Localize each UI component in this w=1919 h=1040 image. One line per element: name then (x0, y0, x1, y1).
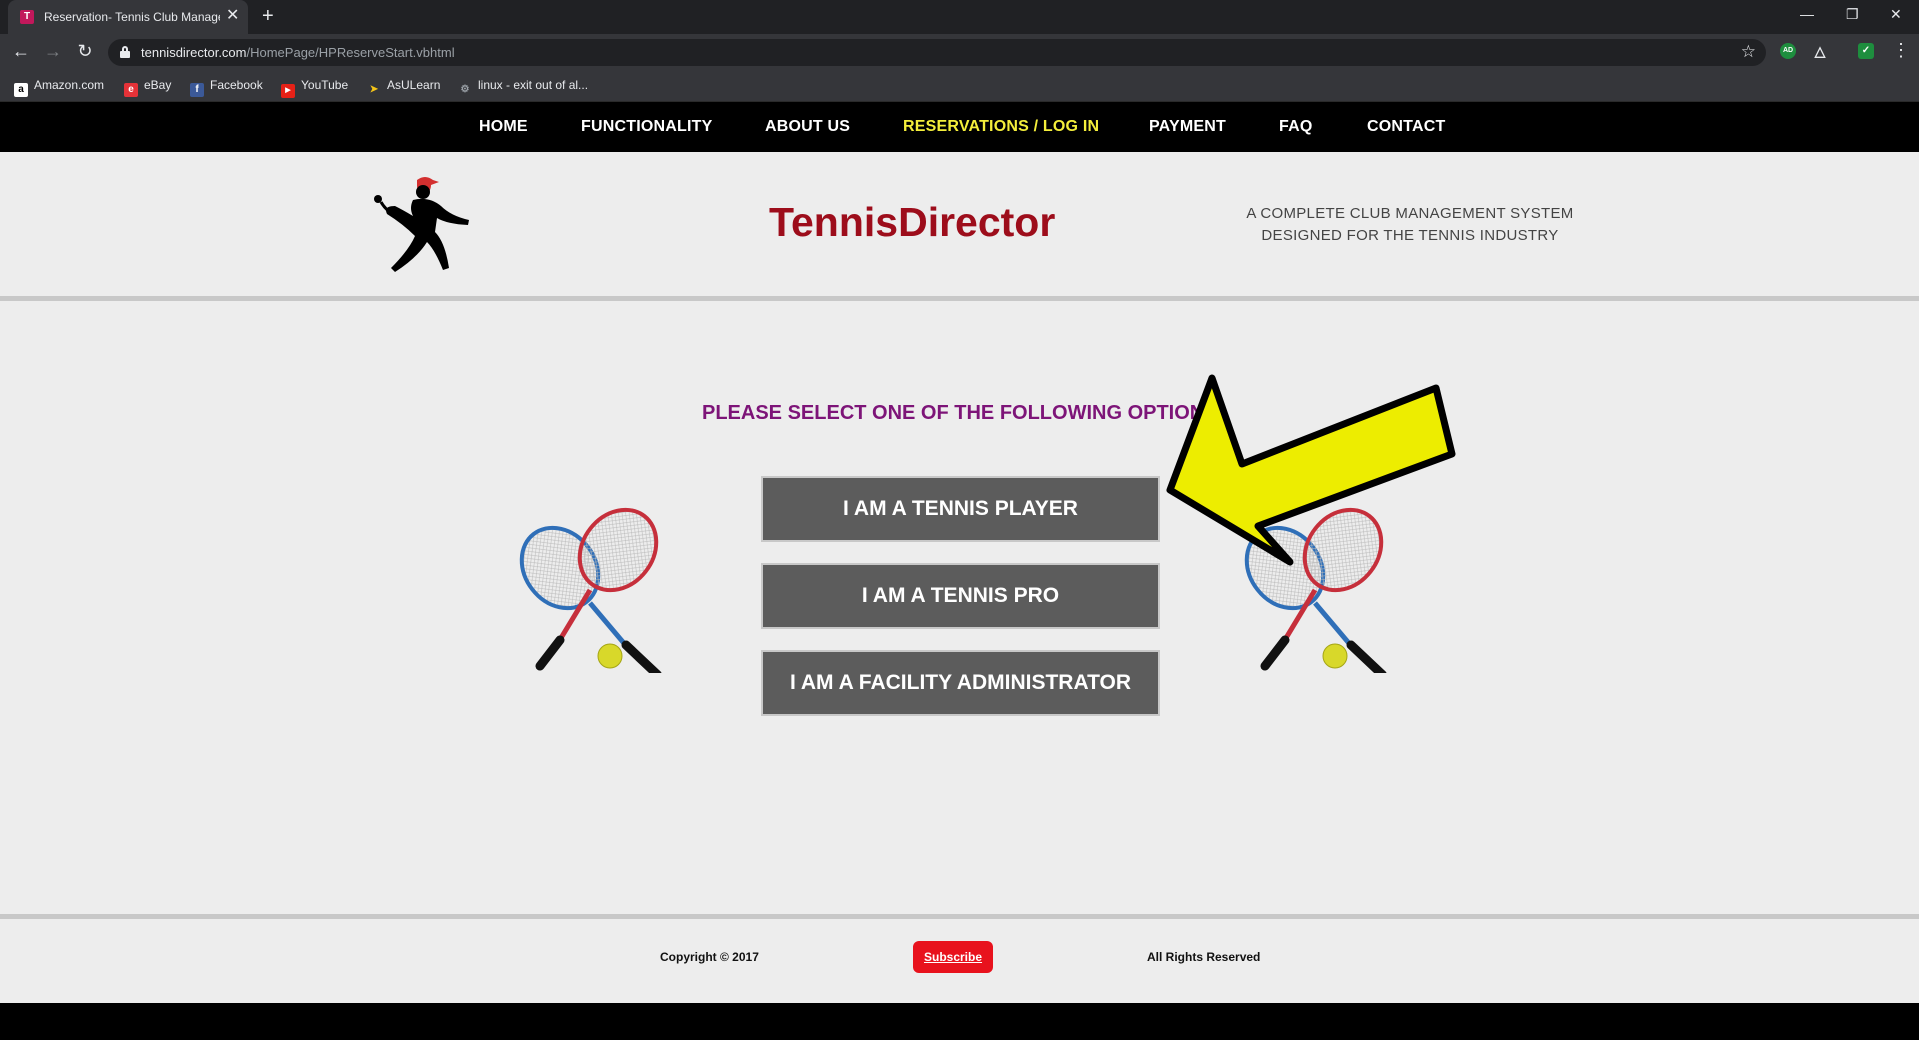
url-domain: tennisdirector.com (141, 45, 247, 60)
nav-about-us[interactable]: ABOUT US (765, 118, 850, 136)
bookmark-label: AsULearn (387, 78, 441, 92)
bookmark-facebook[interactable]: f Facebook (190, 78, 263, 97)
amazon-icon: a (14, 83, 28, 97)
tagline-line-1: A COMPLETE CLUB MANAGEMENT SYSTEM (1246, 205, 1574, 222)
tennis-pro-button[interactable]: I AM A TENNIS PRO (761, 563, 1160, 629)
stackexchange-icon: ⚙ (460, 84, 470, 95)
nav-reservations-login[interactable]: RESERVATIONS / LOG IN (903, 118, 1099, 136)
tab-close-icon[interactable]: ✕ (226, 8, 239, 24)
page-bottom-bar (0, 1003, 1919, 1040)
bookmark-label: Amazon.com (34, 78, 105, 92)
window-close-icon[interactable]: ✕ (1890, 6, 1902, 23)
bookmark-amazon[interactable]: a Amazon.com (14, 78, 104, 97)
ebay-icon: e (124, 83, 138, 97)
selection-prompt: PLEASE SELECT ONE OF THE FOLLOWING OPTIO… (702, 402, 1218, 424)
youtube-icon: ▶ (281, 84, 295, 98)
copyright-text: Copyright © 2017 (660, 950, 759, 964)
browser-toolbar: ← → ↻ tennisdirector.com/HomePage/HPRese… (0, 34, 1919, 70)
bookmark-star-icon[interactable]: ☆ (1741, 42, 1756, 62)
tennis-rackets-left-icon (519, 507, 662, 673)
bookmark-label: Facebook (210, 78, 263, 92)
tennis-player-button[interactable]: I AM A TENNIS PLAYER (761, 476, 1160, 542)
facility-administrator-button[interactable]: I AM A FACILITY ADMINISTRATOR (761, 650, 1160, 716)
tagline-line-2: DESIGNED FOR THE TENNIS INDUSTRY (1261, 227, 1559, 244)
minimize-icon[interactable]: — (1800, 6, 1814, 22)
url-text: tennisdirector.com/HomePage/HPReserveSta… (141, 45, 455, 60)
browser-menu-icon[interactable]: ⋮ (1892, 40, 1910, 61)
nav-payment[interactable]: PAYMENT (1149, 118, 1226, 136)
bookmark-label: eBay (144, 78, 172, 92)
back-icon[interactable]: ← (10, 41, 32, 61)
browser-tab[interactable]: T Reservation- Tennis Club Manage ✕ (8, 0, 248, 34)
bookmark-ebay[interactable]: e eBay (124, 78, 171, 97)
nav-contact[interactable]: CONTACT (1367, 118, 1445, 136)
bookmark-youtube[interactable]: ▶ YouTube (281, 78, 348, 98)
asulearn-icon: ➤ (369, 84, 379, 95)
nav-functionality[interactable]: FUNCTIONALITY (581, 118, 712, 136)
drive-extension-icon[interactable]: △ (1812, 43, 1828, 59)
lock-icon (120, 46, 130, 58)
site-navigation: HOME FUNCTIONALITY ABOUT US RESERVATIONS… (0, 102, 1919, 152)
tennis-player-logo[interactable] (373, 172, 479, 282)
nav-home[interactable]: HOME (479, 118, 528, 136)
shield-extension-icon[interactable]: ✓ (1858, 43, 1874, 59)
reload-icon[interactable]: ↻ (74, 41, 96, 61)
address-bar[interactable]: tennisdirector.com/HomePage/HPReserveSta… (108, 39, 1766, 66)
nav-faq[interactable]: FAQ (1279, 118, 1313, 136)
new-tab-button[interactable]: + (262, 5, 274, 27)
bookmark-linux[interactable]: ⚙ linux - exit out of al... (458, 78, 589, 97)
brand-title: TennisDirector (769, 199, 1056, 245)
rights-text: All Rights Reserved (1147, 950, 1261, 964)
bookmark-asulearn[interactable]: ➤ AsULearn (367, 78, 441, 97)
bookmark-label: linux - exit out of al... (478, 78, 589, 92)
adblock-extension-icon[interactable]: AD (1780, 43, 1796, 59)
subscribe-button[interactable]: Subscribe (913, 941, 993, 973)
yellow-arrow-icon (1166, 374, 1456, 566)
bookmark-label: YouTube (301, 78, 349, 92)
browser-tab-strip: T Reservation- Tennis Club Manage ✕ + — … (0, 0, 1919, 34)
forward-icon[interactable]: → (42, 41, 64, 61)
restore-icon[interactable]: ❐ (1846, 6, 1859, 23)
tab-title: Reservation- Tennis Club Manage (44, 10, 220, 24)
facebook-icon: f (190, 83, 204, 97)
tagline: A COMPLETE CLUB MANAGEMENT SYSTEM DESIGN… (1240, 203, 1580, 247)
tab-favicon-icon: T (20, 10, 34, 24)
url-path: /HomePage/HPReserveStart.vbhtml (246, 45, 455, 60)
bookmarks-bar: a Amazon.com e eBay f Facebook ▶ YouTube ➤ As… (0, 70, 1919, 102)
